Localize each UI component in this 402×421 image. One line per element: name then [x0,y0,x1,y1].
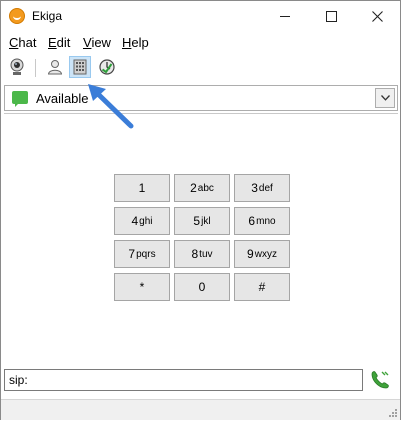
close-icon [371,10,383,22]
dialpad-key-digit: 2 [190,181,197,195]
dialpad-key-digit: 3 [251,181,258,195]
menu-chat-mnemonic: C [9,35,19,50]
menu-edit[interactable]: Edit [48,35,70,50]
maximize-icon [325,10,337,22]
dialpad-key-digit: # [258,280,266,294]
dialpad-key-9[interactable]: 9 wxyz [234,240,290,268]
window-title: Ekiga [32,9,63,23]
available-status-icon [12,91,28,107]
dialpad-key-letters: def [258,182,273,194]
dialpad-key-digit: 8 [191,247,199,261]
contacts-button[interactable] [44,56,66,78]
resize-grip-icon[interactable] [387,407,397,417]
contacts-icon [47,60,63,75]
menu-bar: Chat Edit View Help [1,32,400,52]
menu-edit-mnemonic: E [48,35,57,50]
call-button[interactable] [368,368,392,392]
call-history-icon [99,59,115,75]
ekiga-logo-icon [9,8,25,24]
menu-view[interactable]: View [83,35,111,50]
dialpad-key-2[interactable]: 2 abc [174,174,230,202]
presence-dropdown-button[interactable] [375,88,395,108]
menu-help-mnemonic: H [122,35,132,50]
webcam-icon [10,58,24,75]
minimize-icon [280,15,290,17]
dialpad-key-3[interactable]: 3 def [234,174,290,202]
dialpad-key-8[interactable]: 8 tuv [174,240,230,268]
menu-chat-label: hat [18,35,37,50]
dialpad-key-1[interactable]: 1 [114,174,170,202]
dialpad-key-0[interactable]: 0 [174,273,230,301]
webcam-button[interactable] [6,56,28,78]
dialpad-key-letters: abc [197,182,214,194]
dialpad-key-digit: 0 [198,280,206,294]
dialpad-key-digit: * [139,280,145,294]
menu-help[interactable]: Help [122,35,149,50]
call-history-button[interactable] [96,56,118,78]
dialpad-key-letters: mno [256,215,276,227]
dialpad-key-digit: 4 [131,214,139,228]
dialpad-button[interactable] [69,56,91,78]
status-bar [1,399,400,420]
dialpad-key-digit: 1 [138,181,146,195]
ekiga-window: Ekiga Chat Edit View Help Available 1 2 … [0,0,401,420]
dialpad-key-letters: wxyz [254,248,277,260]
sip-uri-input[interactable] [4,369,363,391]
dialpad-key-letters: pqrs [136,248,156,260]
chevron-down-icon [380,95,390,101]
dialpad-key-4[interactable]: 4 ghi [114,207,170,235]
close-button[interactable] [354,1,400,31]
dialpad-key-7[interactable]: 7 pqrs [114,240,170,268]
dialpad-key-digit: 6 [248,214,256,228]
toolbar [1,53,400,83]
dialpad-key-digit: 7 [128,247,136,261]
dialpad-icon [73,59,87,75]
toolbar-separator [35,59,36,77]
menu-view-label: iew [91,35,111,50]
dialpad-key-star[interactable]: * [114,273,170,301]
dialpad-panel: 1 2 abc 3 def 4 ghi 5 jkl 6 mno 7 pqrs 8 tuv 9 wxyz * 0 # [4,113,398,366]
dialpad-key-digit: 5 [193,214,201,228]
menu-help-label: elp [131,35,149,50]
phone-call-icon [371,371,389,389]
menu-chat[interactable]: Chat [9,35,36,50]
title-bar[interactable]: Ekiga [1,1,400,31]
dialpad-key-hash[interactable]: # [234,273,290,301]
dialpad-key-letters: tuv [199,248,213,260]
dialpad-key-digit: 9 [247,247,254,261]
dialpad-key-5[interactable]: 5 jkl [174,207,230,235]
dialpad-key-6[interactable]: 6 mno [234,207,290,235]
dialpad-key-letters: jkl [201,215,211,227]
maximize-button[interactable] [308,1,354,31]
menu-edit-label: dit [56,35,71,50]
presence-status-dropdown[interactable]: Available [4,85,398,111]
presence-status-label: Available [36,91,89,106]
minimize-button[interactable] [262,1,308,31]
dialpad-key-letters: ghi [139,215,153,227]
